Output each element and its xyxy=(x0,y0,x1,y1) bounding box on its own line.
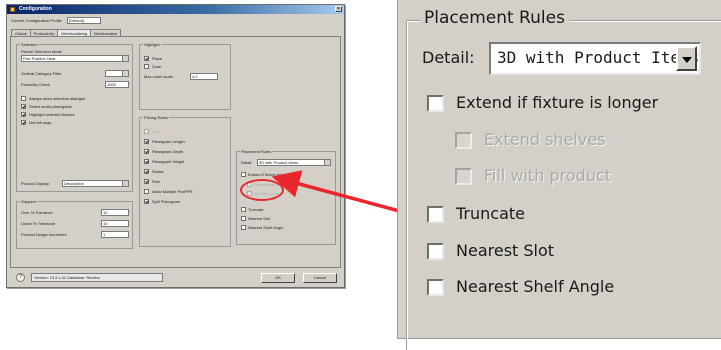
checkbox-extend-shelves[interactable] xyxy=(455,132,472,149)
placement-rules-title: Placement Rules xyxy=(420,7,569,29)
option-label-extend-fixture: Extend if fixture is longer xyxy=(456,93,659,112)
detail-label: Detail: xyxy=(422,48,475,67)
checkbox-extend-fixture[interactable] xyxy=(427,95,444,112)
arrow-line xyxy=(271,170,404,214)
option-label-truncate: Truncate xyxy=(456,204,525,223)
chevron-down-icon[interactable] xyxy=(676,46,697,71)
zoomed-placement-panel: Placement Rules Detail: 3D with Product … xyxy=(397,0,721,350)
checkbox-fill-product[interactable] xyxy=(455,168,472,185)
option-label-nearest-shelf-angle: Nearest Shelf Angle xyxy=(456,277,615,296)
option-label-nearest-slot: Nearest Slot xyxy=(456,241,555,260)
checkbox-truncate[interactable] xyxy=(427,206,444,223)
detail-value: 3D with Product Items xyxy=(497,48,700,67)
detail-select[interactable]: 3D with Product Items xyxy=(489,42,701,75)
checkbox-nearest-slot[interactable] xyxy=(427,243,444,260)
option-label-extend-shelves: Extend shelves xyxy=(484,130,606,149)
checkbox-nearest-shelf-angle[interactable] xyxy=(427,279,444,296)
option-label-fill-product: Fill with product xyxy=(484,166,612,185)
